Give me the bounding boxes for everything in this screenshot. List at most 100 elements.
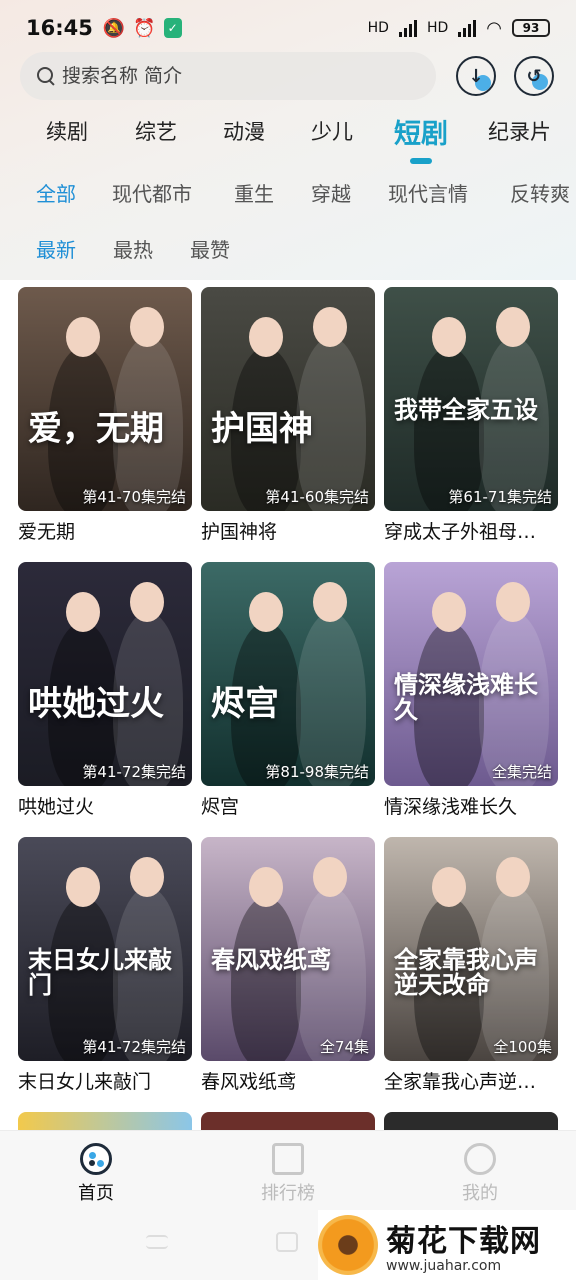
menu-icon[interactable]: [146, 1235, 168, 1249]
mute-icon: 🔕: [102, 17, 126, 39]
chrysanthemum-logo-icon: [318, 1215, 378, 1275]
poster-art-title: 全家靠我心声逆天改命: [394, 945, 538, 1000]
poster-face: [313, 857, 347, 897]
nav-profile[interactable]: 我的: [420, 1143, 540, 1205]
drama-title[interactable]: 护国神将: [201, 517, 375, 544]
drama-poster[interactable]: 护国神第41-60集完结: [201, 287, 375, 511]
signal-icon-2: [458, 19, 477, 37]
episode-badge: 第41-60集完结: [265, 488, 369, 506]
nav-ranking[interactable]: 排行榜: [228, 1143, 348, 1205]
poster-figure: [296, 612, 366, 786]
drama-poster[interactable]: 爱，无期第41-70集完结: [18, 287, 192, 511]
network-hd-label-2: HD: [426, 20, 449, 36]
poster-face: [249, 592, 283, 632]
episode-badge: 第61-71集完结: [448, 488, 552, 506]
drama-title[interactable]: 爱无期: [18, 517, 192, 544]
alarm-icon: ⏰: [133, 17, 156, 39]
poster-figure: [231, 897, 301, 1061]
search-icon: [36, 66, 56, 86]
episode-badge: 全74集: [319, 1038, 369, 1056]
sort-chip-active[interactable]: 最新: [36, 234, 76, 263]
poster-art-title: 春风戏纸鸢: [211, 945, 331, 974]
drama-poster[interactable]: 全家靠我心声逆天改命 全100集: [384, 837, 558, 1061]
drama-card[interactable]: 我带全家五设 第61-71集完结穿成太子外祖母…: [384, 287, 558, 544]
drama-card[interactable]: 爱，无期第41-70集完结爱无期: [18, 287, 192, 544]
sort-chip[interactable]: 最热: [113, 234, 153, 263]
drama-title[interactable]: 烬宫: [201, 792, 375, 819]
sort-chip[interactable]: 最赞: [190, 234, 230, 263]
tab-category[interactable]: 综艺: [135, 116, 177, 146]
poster-face: [130, 307, 164, 347]
profile-icon: [464, 1143, 496, 1175]
nav-home[interactable]: 首页: [36, 1143, 156, 1205]
drama-title[interactable]: 末日女儿来敲门: [18, 1067, 192, 1094]
ranking-chart-icon: [272, 1143, 304, 1175]
poster-face: [432, 317, 466, 357]
poster-face: [432, 867, 466, 907]
genre-chip[interactable]: 重生: [234, 178, 274, 207]
episode-badge: 第41-72集完结: [82, 763, 186, 781]
search-input[interactable]: [62, 65, 422, 87]
drama-title[interactable]: 穿成太子外祖母…: [384, 517, 558, 544]
nav-label: 我的: [462, 1183, 498, 1204]
film-reel-icon: [80, 1143, 112, 1175]
genre-chip-active[interactable]: 全部: [36, 178, 76, 207]
tab-category-active[interactable]: 短剧: [394, 112, 448, 151]
tab-category[interactable]: 纪录片: [488, 116, 551, 146]
next-row-poster[interactable]: [201, 1112, 375, 1132]
history-button[interactable]: ↺: [514, 56, 554, 96]
tab-category[interactable]: 少儿: [311, 116, 353, 146]
next-row-poster[interactable]: [384, 1112, 558, 1132]
network-hd-label-1: HD: [367, 20, 389, 36]
download-button[interactable]: ↓: [456, 56, 496, 96]
search-bar[interactable]: [20, 52, 436, 100]
poster-face: [130, 582, 164, 622]
history-clock-icon: ↺: [526, 65, 542, 87]
drama-title[interactable]: 全家靠我心声逆…: [384, 1067, 558, 1094]
drama-card[interactable]: 烬宫 第81-98集完结 烬宫: [201, 562, 375, 819]
tab-category[interactable]: 续剧: [46, 116, 88, 146]
poster-art-title: 烬宫: [211, 684, 279, 724]
genre-chip[interactable]: 现代都市: [112, 178, 192, 207]
drama-card[interactable]: 春风戏纸鸢 全74集 春风戏纸鸢: [201, 837, 375, 1094]
poster-art-title: 末日女儿来敲门: [28, 945, 172, 1000]
drama-card[interactable]: 全家靠我心声逆天改命 全100集全家靠我心声逆…: [384, 837, 558, 1094]
watermark-url: www.juahar.com: [386, 1258, 502, 1274]
drama-card[interactable]: 哄她过火 第41-72集完结哄她过火: [18, 562, 192, 819]
drama-poster[interactable]: 哄她过火 第41-72集完结: [18, 562, 192, 786]
drama-poster[interactable]: 我带全家五设 第61-71集完结: [384, 287, 558, 511]
drama-title[interactable]: 春风戏纸鸢: [201, 1067, 375, 1094]
drama-title[interactable]: 哄她过火: [18, 792, 192, 819]
genre-chip[interactable]: 穿越: [311, 178, 351, 207]
next-row-poster[interactable]: [18, 1112, 192, 1132]
poster-face: [66, 592, 100, 632]
poster-face: [313, 582, 347, 622]
episode-badge: 第41-72集完结: [82, 1038, 186, 1056]
genre-chip[interactable]: 现代言情: [388, 178, 468, 207]
home-icon[interactable]: [276, 1232, 298, 1252]
drama-title[interactable]: 情深缘浅难长久: [384, 792, 558, 819]
poster-face: [313, 307, 347, 347]
episode-badge: 第41-70集完结: [82, 488, 186, 506]
drama-poster[interactable]: 末日女儿来敲门第41-72集完结: [18, 837, 192, 1061]
drama-poster[interactable]: 情深缘浅难长久 全集完结: [384, 562, 558, 786]
watermark-title: 菊花下载网: [386, 1224, 541, 1259]
drama-card[interactable]: 护国神第41-60集完结护国神将: [201, 287, 375, 544]
active-tab-indicator: [410, 158, 432, 164]
drama-poster[interactable]: 春风戏纸鸢全74集: [201, 837, 375, 1061]
status-time: 16:45: [26, 16, 93, 40]
drama-card[interactable]: 末日女儿来敲门 第41-72集完结 末日女儿来敲门: [18, 837, 192, 1094]
poster-figure: [296, 887, 366, 1061]
drama-poster[interactable]: 烬宫 第81-98集完结: [201, 562, 375, 786]
shield-icon: ✓: [163, 18, 182, 38]
watermark: 菊花下载网 www.juahar.com: [318, 1210, 576, 1280]
poster-art-title: 爱，无期: [28, 409, 164, 449]
tab-category[interactable]: 动漫: [223, 116, 265, 146]
poster-art-title: 护国神: [211, 409, 313, 449]
wifi-icon: ◠: [486, 17, 502, 39]
battery-icon: 93: [512, 19, 550, 37]
poster-face: [249, 867, 283, 907]
genre-chip[interactable]: 反转爽: [510, 178, 570, 207]
drama-card[interactable]: 情深缘浅难长久 全集完结情深缘浅难长久: [384, 562, 558, 819]
poster-face: [496, 857, 530, 897]
